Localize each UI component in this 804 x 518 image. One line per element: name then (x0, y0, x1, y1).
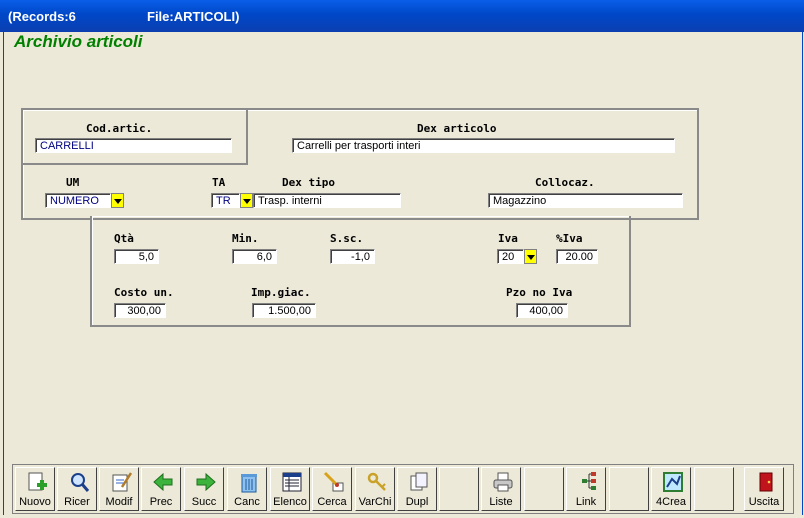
cod-field[interactable]: CARRELLI (35, 138, 232, 153)
link-tree-icon (582, 472, 596, 490)
search-button-label: Ricer (64, 496, 90, 508)
ta-dropdown[interactable] (240, 193, 253, 208)
edit-button-label: Modif (105, 496, 133, 508)
create-button[interactable]: 4Crea (651, 467, 691, 511)
iva-dropdown[interactable] (524, 249, 537, 264)
impgiac-label: Imp.giac. (251, 286, 311, 299)
exit-button-label: Uscita (748, 496, 780, 508)
ta-label: TA (212, 176, 226, 189)
new-button[interactable]: Nuovo (15, 467, 55, 511)
find-button-label: Cerca (317, 496, 347, 508)
list-button-label: Elenco (273, 496, 307, 508)
exit-button[interactable]: Uscita (744, 467, 784, 511)
iva-label: Iva (498, 232, 518, 245)
prev-button[interactable]: Prec (141, 467, 181, 511)
um-field[interactable]: NUMERO (45, 193, 111, 208)
duplicate-icon (410, 472, 428, 491)
empty-button-3[interactable] (609, 467, 649, 511)
pzo-field[interactable]: 400,00 (516, 303, 568, 318)
new-button-label: Nuovo (19, 496, 51, 508)
exit-door-icon (759, 472, 773, 492)
collocaz-field[interactable]: Magazzino (488, 193, 683, 208)
next-button[interactable]: Succ (184, 467, 224, 511)
lists-button-label: Liste (489, 496, 513, 508)
empty-button-4[interactable] (694, 467, 734, 511)
ta-field[interactable]: TR (211, 193, 240, 208)
qta-field[interactable]: 5,0 (114, 249, 159, 264)
empty-button-1[interactable] (439, 467, 479, 511)
costo-label: Costo un. (114, 286, 174, 299)
find-button[interactable]: Cerca (312, 467, 352, 511)
um-label: UM (66, 176, 80, 189)
costo-field[interactable]: 300,00 (114, 303, 166, 318)
search-icon (71, 473, 90, 492)
duplicate-button-label: Dupl (405, 496, 429, 508)
file-name: File:ARTICOLI) (147, 9, 240, 24)
keys-icon (367, 472, 386, 491)
ssc-label: S.sc. (330, 232, 364, 245)
piva-label: %Iva (556, 232, 583, 245)
min-label: Min. (232, 232, 259, 245)
page-title: Archivio articoli (14, 32, 143, 51)
collocaz-label: Collocaz. (535, 176, 595, 189)
create-icon (663, 472, 683, 492)
min-field[interactable]: 6,0 (232, 249, 277, 264)
title-bar: (Records:6 File:ARTICOLI) (0, 0, 804, 32)
dextipo-label: Dex tipo (282, 176, 335, 189)
delete-button[interactable]: Canc (227, 467, 267, 511)
piva-field[interactable]: 20.00 (556, 249, 598, 264)
change-key-button[interactable]: VarChi (355, 467, 395, 511)
link-button[interactable]: Link (566, 467, 606, 511)
dextipo-field[interactable]: Trasp. interni (253, 193, 401, 208)
prev-button-label: Prec (149, 496, 173, 508)
empty-button-2[interactable] (524, 467, 564, 511)
qta-label: Qtà (114, 232, 134, 245)
impgiac-field[interactable]: 1.500,00 (252, 303, 316, 318)
dex-label: Dex articolo (417, 122, 497, 135)
list-button[interactable]: Elenco (270, 467, 310, 511)
next-button-label: Succ (191, 496, 217, 508)
change-key-button-label: VarChi (358, 496, 392, 508)
list-icon (282, 472, 302, 492)
search-button[interactable]: Ricer (57, 467, 97, 511)
duplicate-button[interactable]: Dupl (397, 467, 437, 511)
ssc-field[interactable]: -1,0 (330, 249, 375, 264)
trash-icon (241, 474, 257, 493)
printer-icon (493, 472, 513, 492)
um-dropdown[interactable] (111, 193, 124, 208)
find-icon (323, 471, 344, 492)
dex-field[interactable]: Carrelli per trasporti interi (292, 138, 675, 153)
edit-button[interactable]: Modif (99, 467, 139, 511)
records-count: (Records:6 (8, 9, 76, 24)
group-code (21, 108, 248, 165)
new-document-icon (28, 472, 47, 491)
iva-field[interactable]: 20 (497, 249, 524, 264)
pzo-label: Pzo no Iva (506, 286, 573, 299)
cod-label: Cod.artic. (86, 122, 153, 135)
link-button-label: Link (575, 496, 597, 508)
create-button-label: 4Crea (656, 496, 686, 508)
lists-button[interactable]: Liste (481, 467, 521, 511)
delete-button-label: Canc (234, 496, 260, 508)
edit-icon (112, 472, 132, 492)
arrow-right-icon (196, 472, 216, 492)
arrow-left-icon (153, 472, 173, 492)
